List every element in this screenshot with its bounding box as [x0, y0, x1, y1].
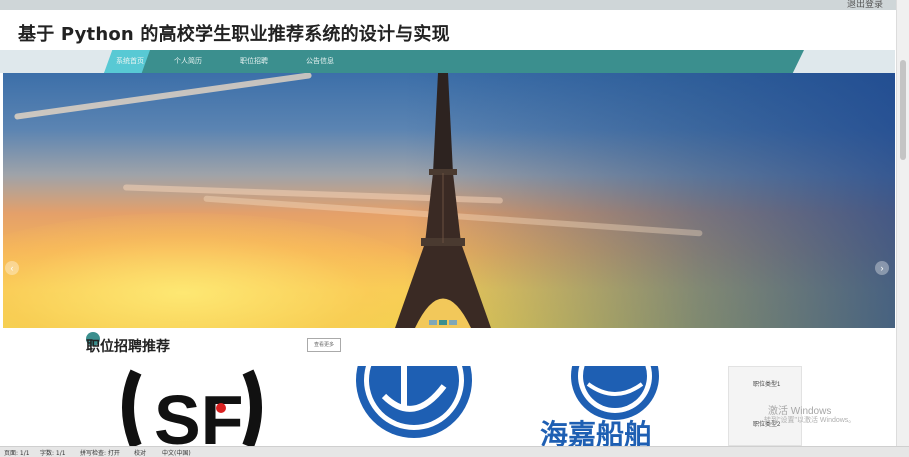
nav-item-notices[interactable]: 公告信息 — [306, 56, 334, 66]
banner-pagination — [429, 320, 457, 325]
company-logo-3[interactable]: 海嘉船舶 — [540, 366, 680, 446]
logout-link[interactable]: 退出登录 — [847, 0, 883, 10]
main-nav: 系统首页 个人简历 职位招聘 公告信息 — [0, 50, 895, 73]
company-logo-2[interactable] — [354, 366, 474, 446]
status-words: 字数: 1/1 — [40, 450, 66, 457]
eiffel-tower-illustration — [395, 73, 491, 328]
sf-express-logo[interactable]: SF — [118, 366, 266, 446]
logo3-text: 海嘉船舶 — [540, 418, 652, 446]
banner-dot[interactable] — [439, 320, 447, 325]
banner-dot[interactable] — [429, 320, 437, 325]
banner-next-arrow[interactable]: › — [875, 261, 889, 275]
status-bar: 页面: 1/1 字数: 1/1 拼写检查: 打开 校对 中文(中国) — [0, 446, 909, 457]
browser-top-strip: 退出登录 — [0, 0, 909, 10]
banner-sunset-glow — [3, 213, 443, 328]
sf-logo-text: SF — [154, 381, 243, 446]
banner-prev-arrow[interactable]: ‹ — [5, 261, 19, 275]
page-title: 基于 Python 的高校学生职业推荐系统的设计与实现 — [18, 24, 450, 45]
nav-item-jobs[interactable]: 职位招聘 — [240, 56, 268, 66]
hero-banner-image: ‹ › — [3, 73, 895, 328]
page-scrollbar[interactable] — [896, 0, 909, 446]
scroll-thumb[interactable] — [900, 60, 906, 160]
status-proof: 校对 — [134, 450, 147, 457]
side-item-category-1[interactable]: 职位类型1 — [753, 379, 780, 388]
section-title: 职位招聘推荐 — [86, 339, 170, 355]
windows-activation-subtitle: 转到"设置"以激活 Windows。 — [764, 417, 856, 424]
nav-item-resume[interactable]: 个人简历 — [174, 56, 202, 66]
status-page: 页面: 1/1 — [4, 450, 30, 457]
status-language: 中文(中国) — [162, 450, 191, 457]
status-spellcheck: 拼写检查: 打开 — [80, 450, 120, 457]
nav-band — [104, 50, 804, 73]
nav-item-home[interactable]: 系统首页 — [116, 56, 144, 66]
banner-dot[interactable] — [449, 320, 457, 325]
view-more-button[interactable]: 查看更多 — [307, 338, 341, 352]
banner-cloud — [14, 73, 312, 120]
